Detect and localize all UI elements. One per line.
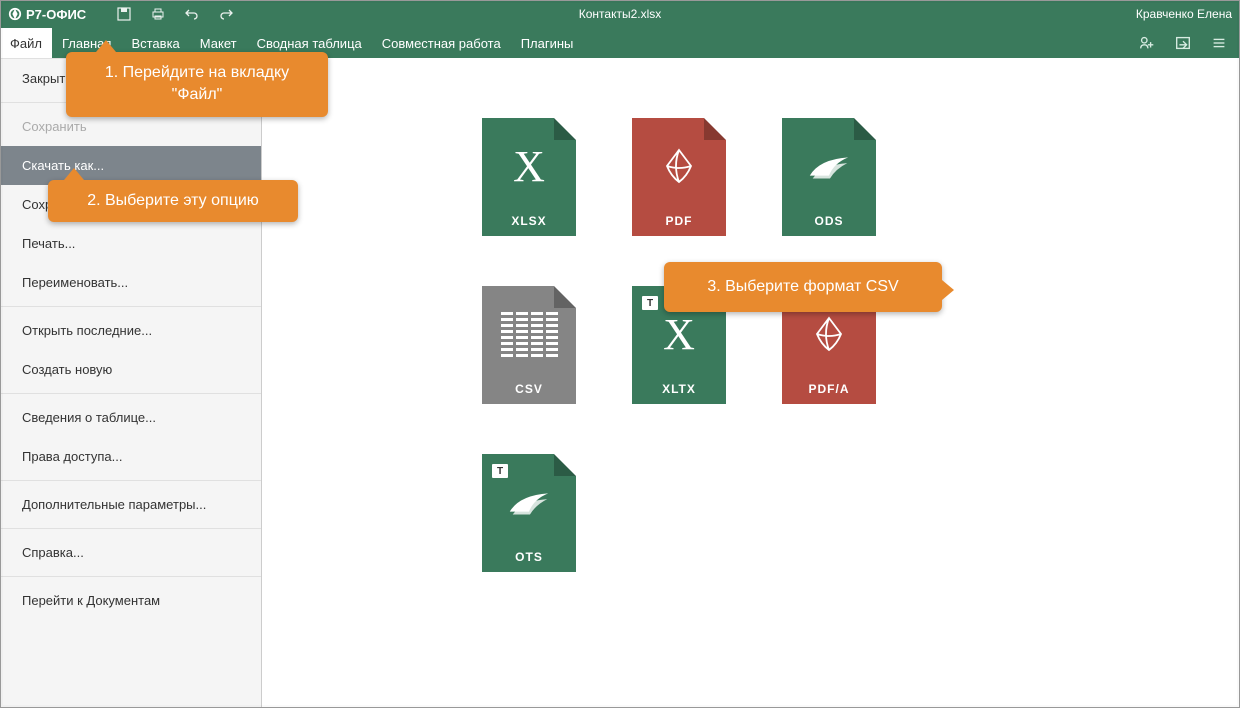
undo-icon[interactable]: [184, 6, 200, 22]
callout-step-3: 3. Выберите формат CSV: [664, 262, 942, 312]
file-item-print[interactable]: Печать...: [0, 224, 261, 263]
format-tile-xlsx[interactable]: X XLSX: [482, 118, 576, 236]
divider: [0, 576, 261, 577]
username-label[interactable]: Кравченко Елена: [1136, 7, 1232, 21]
app-name: Р7-ОФИС: [26, 7, 86, 22]
title-bar: Р7-ОФИС Контакты2.xlsx Кравченко Елена: [0, 0, 1240, 28]
csv-icon: [501, 286, 558, 382]
format-label: PDF: [666, 214, 693, 228]
format-label: ODS: [814, 214, 843, 228]
ots-icon: [505, 454, 553, 550]
tab-file[interactable]: Файл: [0, 28, 52, 58]
format-tile-ods[interactable]: ODS: [782, 118, 876, 236]
tab-collaboration[interactable]: Совместная работа: [372, 28, 511, 58]
file-menu-sidebar: Закрыть меню Сохранить Скачать как... Со…: [0, 58, 262, 708]
file-corner-icon: [704, 118, 726, 140]
pdf-icon: [659, 118, 699, 214]
file-corner-icon: [554, 118, 576, 140]
file-item-create-new[interactable]: Создать новую: [0, 350, 261, 389]
quick-access-toolbar: [116, 6, 234, 22]
file-item-goto-documents[interactable]: Перейти к Документам: [0, 581, 261, 620]
format-label: XLSX: [511, 214, 546, 228]
callout-step-1: 1. Перейдите на вкладку "Файл": [66, 52, 328, 117]
callout-text: 3. Выберите формат CSV: [707, 278, 898, 295]
logo-icon: [8, 7, 22, 21]
ods-icon: [805, 118, 853, 214]
divider: [0, 480, 261, 481]
menu-right-controls: [1138, 28, 1240, 58]
tab-plugins[interactable]: Плагины: [511, 28, 584, 58]
format-tile-ots[interactable]: T OTS: [482, 454, 576, 572]
file-item-open-recent[interactable]: Открыть последние...: [0, 311, 261, 350]
callout-step-2: 2. Выберите эту опцию: [48, 180, 298, 222]
document-title: Контакты2.xlsx: [579, 7, 662, 21]
app-logo: Р7-ОФИС: [8, 7, 86, 22]
xlsx-icon: X: [513, 118, 545, 214]
format-selection-area: X XLSX PDF ODS: [262, 58, 1240, 708]
callout-arrow-icon: [64, 168, 84, 180]
callout-text: 1. Перейдите на вкладку "Файл": [105, 64, 289, 103]
file-corner-icon: [554, 286, 576, 308]
save-icon[interactable]: [116, 6, 132, 22]
format-tile-pdf[interactable]: PDF: [632, 118, 726, 236]
template-badge: T: [492, 464, 508, 478]
divider: [0, 528, 261, 529]
callout-arrow-icon: [942, 280, 954, 300]
divider: [0, 306, 261, 307]
file-item-help[interactable]: Справка...: [0, 533, 261, 572]
divider: [0, 393, 261, 394]
format-label: XLTX: [662, 382, 696, 396]
file-corner-icon: [854, 118, 876, 140]
open-location-icon[interactable]: [1174, 34, 1192, 52]
file-item-advanced[interactable]: Дополнительные параметры...: [0, 485, 261, 524]
file-item-access[interactable]: Права доступа...: [0, 437, 261, 476]
menu-hamburger-icon[interactable]: [1210, 34, 1228, 52]
format-label: CSV: [515, 382, 543, 396]
format-tile-csv[interactable]: CSV: [482, 286, 576, 404]
file-corner-icon: [554, 454, 576, 476]
format-label: PDF/A: [809, 382, 850, 396]
redo-icon[interactable]: [218, 6, 234, 22]
file-item-rename[interactable]: Переименовать...: [0, 263, 261, 302]
format-label: OTS: [515, 550, 543, 564]
template-badge: T: [642, 296, 658, 310]
file-item-info[interactable]: Сведения о таблице...: [0, 398, 261, 437]
callout-text: 2. Выберите эту опцию: [87, 192, 259, 209]
callout-arrow-icon: [96, 40, 116, 52]
share-icon[interactable]: [1138, 34, 1156, 52]
print-icon[interactable]: [150, 6, 166, 22]
